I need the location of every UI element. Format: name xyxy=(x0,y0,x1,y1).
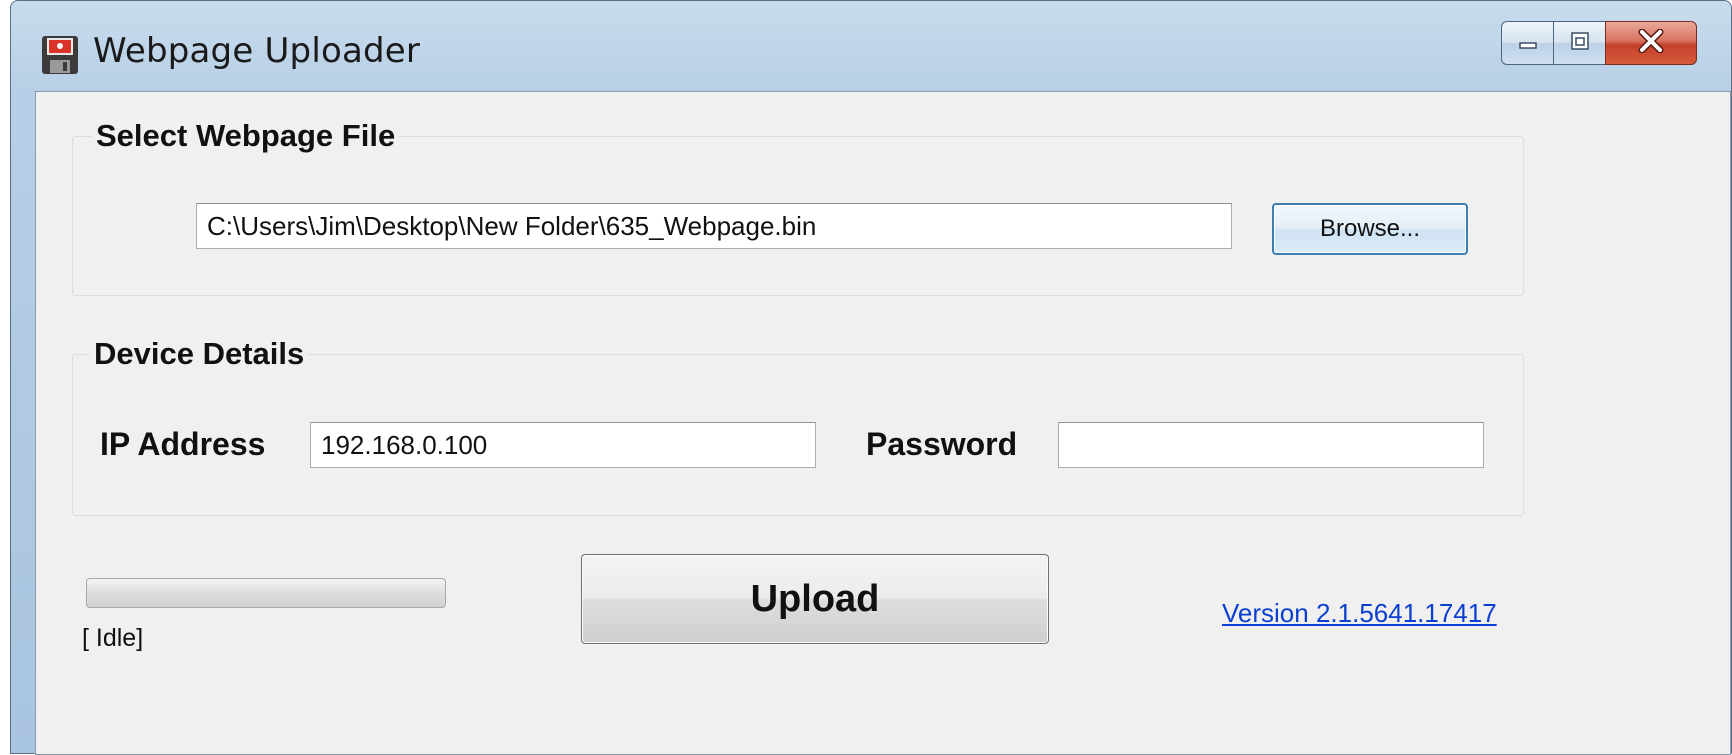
close-button[interactable] xyxy=(1605,21,1697,65)
device-group-title: Device Details xyxy=(90,336,309,372)
floppy-disk-icon[interactable] xyxy=(41,35,79,75)
password-label: Password xyxy=(866,426,1018,462)
ip-address-input[interactable]: 192.168.0.100 xyxy=(310,422,816,468)
status-label: [ Idle] xyxy=(82,624,144,652)
upload-button[interactable]: Upload xyxy=(581,554,1049,644)
window-controls xyxy=(1501,21,1697,65)
maximize-button[interactable] xyxy=(1553,21,1605,65)
browse-button[interactable]: Browse... xyxy=(1272,203,1468,255)
minimize-button[interactable] xyxy=(1501,21,1553,65)
file-group-title: Select Webpage File xyxy=(92,118,400,154)
window-title: Webpage Uploader xyxy=(93,31,421,71)
maximize-icon xyxy=(1569,30,1591,57)
app-window: Webpage Uploader Select Webpage File C:\… xyxy=(10,0,1732,755)
version-link[interactable]: Version 2.1.5641.17417 xyxy=(1222,598,1497,629)
file-path-input[interactable]: C:\Users\Jim\Desktop\New Folder\635_Webp… xyxy=(196,203,1232,249)
title-bar[interactable]: Webpage Uploader xyxy=(11,1,1731,91)
upload-progress-bar xyxy=(86,578,446,608)
client-area: Select Webpage File C:\Users\Jim\Desktop… xyxy=(35,91,1731,755)
close-icon xyxy=(1638,28,1664,58)
ip-address-label: IP Address xyxy=(100,426,266,462)
password-input[interactable] xyxy=(1058,422,1484,468)
minimize-icon xyxy=(1517,30,1539,57)
